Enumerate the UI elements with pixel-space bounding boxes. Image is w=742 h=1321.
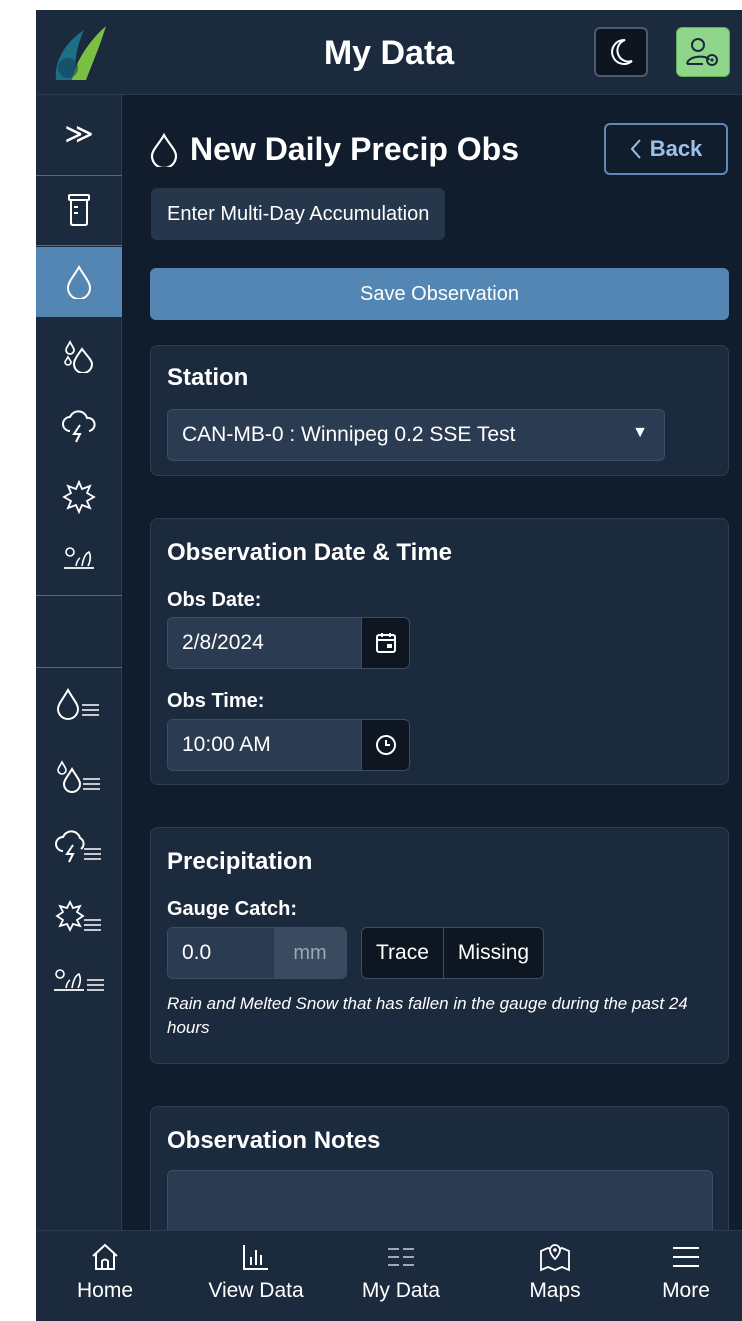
raindrop-list-icon bbox=[56, 687, 99, 720]
home-icon bbox=[92, 1243, 118, 1270]
app-header: My Data bbox=[36, 10, 742, 95]
calendar-icon bbox=[375, 633, 396, 653]
nav-maps-label: Maps bbox=[529, 1279, 581, 1302]
gauge-catch-field: 0.0 mm bbox=[167, 927, 347, 979]
page-title: New Daily Precip Obs bbox=[150, 131, 519, 168]
nav-more-label: More bbox=[662, 1279, 710, 1302]
user-settings-icon bbox=[686, 38, 718, 66]
storm-cloud-list-icon bbox=[55, 830, 101, 863]
storm-cloud-icon bbox=[62, 410, 96, 443]
sidebar-item-daily-precip[interactable] bbox=[36, 247, 122, 317]
obs-date-field: 2/8/2024 bbox=[167, 617, 410, 669]
rain-gauge-icon bbox=[68, 194, 90, 226]
gauge-unit-label: mm bbox=[274, 928, 346, 978]
sidebar-item-hail[interactable] bbox=[36, 461, 122, 533]
page-title-text: New Daily Precip Obs bbox=[190, 131, 520, 167]
missing-button[interactable]: Missing bbox=[442, 928, 544, 978]
nav-my-data-label: My Data bbox=[361, 1279, 441, 1302]
sidebar-divider bbox=[36, 595, 122, 596]
nav-maps[interactable]: Maps bbox=[495, 1241, 615, 1303]
sidebar-expand-button[interactable]: ≫ bbox=[36, 103, 122, 163]
back-button-label: Back bbox=[649, 136, 703, 161]
observation-notes-card: Observation Notes bbox=[150, 1106, 729, 1230]
raindrop-icon bbox=[150, 132, 178, 167]
gauge-catch-input[interactable]: 0.0 bbox=[168, 928, 274, 978]
sidebar-item-condition-list[interactable] bbox=[36, 953, 122, 1009]
gauge-help-text: Rain and Melted Snow that has fallen in … bbox=[167, 994, 688, 1037]
notes-card-title: Observation Notes bbox=[167, 1127, 381, 1154]
clock-icon bbox=[375, 735, 396, 755]
sidebar: ≫ bbox=[36, 95, 122, 1230]
bar-chart-icon bbox=[243, 1245, 268, 1270]
hail-icon bbox=[62, 480, 96, 514]
nav-view-data-label: View Data bbox=[208, 1279, 304, 1302]
sidebar-divider bbox=[36, 175, 122, 176]
chevron-left-icon bbox=[630, 139, 641, 159]
sidebar-item-multi-day[interactable] bbox=[36, 321, 122, 391]
app-screen: My Data ≫ New Daily Precip Obs Back Ente… bbox=[36, 10, 742, 1321]
obs-date-input[interactable]: 2/8/2024 bbox=[168, 618, 361, 668]
hail-list-icon bbox=[55, 900, 101, 933]
list-icon bbox=[388, 1248, 414, 1266]
nav-view-data[interactable]: View Data bbox=[196, 1241, 316, 1303]
precipitation-card-title: Precipitation bbox=[167, 848, 313, 875]
menu-icon bbox=[673, 1247, 699, 1267]
gauge-catch-label: Gauge Catch: bbox=[167, 898, 298, 920]
date-picker-button[interactable] bbox=[361, 618, 409, 668]
sidebar-item-significant-weather[interactable] bbox=[36, 391, 122, 461]
theme-toggle-button[interactable] bbox=[594, 27, 648, 77]
obs-date-label: Obs Date: bbox=[167, 589, 262, 611]
notes-textarea[interactable] bbox=[167, 1170, 713, 1230]
sidebar-divider bbox=[36, 245, 122, 246]
datetime-card-title: Observation Date & Time bbox=[167, 539, 452, 566]
caret-down-icon: ▼ bbox=[632, 424, 648, 441]
condition-list-icon bbox=[54, 969, 104, 991]
gauge-special-values: Trace Missing bbox=[361, 927, 545, 979]
multi-drops-list-icon bbox=[57, 760, 100, 793]
sidebar-item-weather-list[interactable] bbox=[36, 811, 122, 881]
nav-home-label: Home bbox=[76, 1279, 134, 1302]
sidebar-item-multi-day-list[interactable] bbox=[36, 741, 122, 811]
sidebar-item-daily-list[interactable] bbox=[36, 669, 122, 739]
back-button[interactable]: Back bbox=[604, 123, 728, 175]
precipitation-card: Precipitation Gauge Catch: 0.0 mm Trace … bbox=[150, 827, 729, 1064]
map-icon bbox=[540, 1244, 570, 1272]
user-settings-button[interactable] bbox=[676, 27, 730, 77]
station-card-title: Station bbox=[167, 364, 249, 391]
station-card: Station CAN-MB-0 : Winnipeg 0.2 SSE Test… bbox=[150, 345, 729, 476]
obs-time-label: Obs Time: bbox=[167, 690, 265, 712]
time-picker-button[interactable] bbox=[361, 720, 409, 770]
trace-button[interactable]: Trace bbox=[362, 928, 443, 978]
sidebar-item-condition[interactable] bbox=[36, 533, 122, 583]
nav-home[interactable]: Home bbox=[45, 1241, 165, 1303]
station-select[interactable]: CAN-MB-0 : Winnipeg 0.2 SSE Test ▼ bbox=[167, 409, 665, 461]
sidebar-item-hail-list[interactable] bbox=[36, 881, 122, 953]
obs-time-field: 10:00 AM bbox=[167, 719, 410, 771]
nav-more[interactable]: More bbox=[626, 1241, 742, 1303]
observation-datetime-card: Observation Date & Time Obs Date: 2/8/20… bbox=[150, 518, 729, 785]
multi-drops-icon bbox=[64, 339, 94, 373]
nav-my-data[interactable]: My Data bbox=[341, 1241, 461, 1303]
sidebar-divider bbox=[36, 667, 122, 668]
sidebar-item-gauge[interactable] bbox=[36, 177, 122, 243]
main-content: New Daily Precip Obs Back Enter Multi-Da… bbox=[122, 95, 742, 1230]
save-observation-button[interactable]: Save Observation bbox=[150, 268, 729, 320]
raindrop-icon bbox=[66, 265, 92, 299]
obs-time-input[interactable]: 10:00 AM bbox=[168, 720, 361, 770]
moon-icon bbox=[611, 38, 633, 65]
expand-chevrons-icon: ≫ bbox=[64, 117, 94, 149]
multi-day-accumulation-button[interactable]: Enter Multi-Day Accumulation bbox=[151, 188, 446, 240]
bottom-nav: Home View Data My Data Maps More bbox=[36, 1230, 742, 1321]
station-select-value: CAN-MB-0 : Winnipeg 0.2 SSE Test bbox=[182, 423, 516, 446]
condition-icon bbox=[64, 547, 94, 569]
